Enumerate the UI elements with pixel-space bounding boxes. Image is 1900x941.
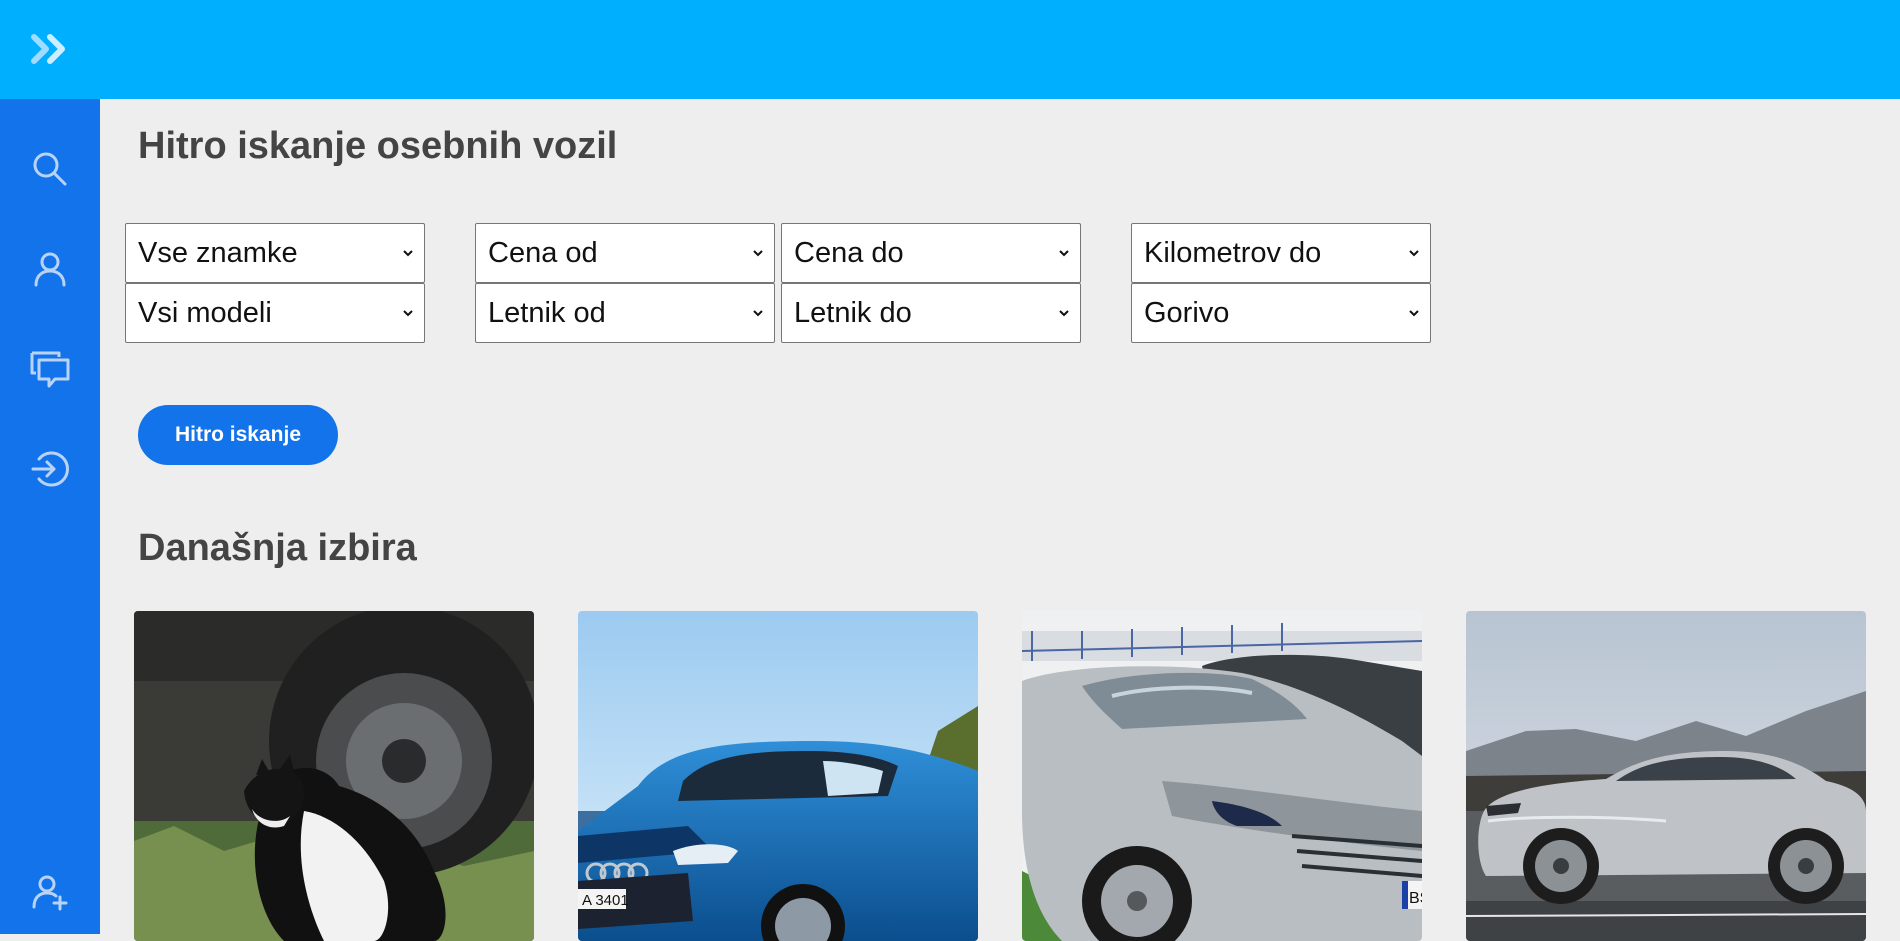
sidebar-item-profile[interactable] bbox=[25, 244, 75, 294]
featured-card[interactable]: A 3401 bbox=[578, 611, 978, 941]
sidebar-item-register[interactable] bbox=[25, 867, 75, 917]
page-title: Hitro iskanje osebnih vozil bbox=[138, 125, 618, 167]
year-to-select[interactable]: Letnik do bbox=[781, 283, 1081, 343]
model-select-value: Vsi modeli bbox=[138, 296, 272, 329]
chevron-down-icon bbox=[1059, 310, 1069, 317]
fuel-select[interactable]: Gorivo bbox=[1131, 283, 1431, 343]
year-from-select[interactable]: Letnik od bbox=[475, 283, 775, 343]
car-photo bbox=[1466, 611, 1866, 941]
car-photo bbox=[134, 611, 534, 941]
chevron-down-icon bbox=[1409, 310, 1419, 317]
km-to-select[interactable]: Kilometrov do bbox=[1131, 223, 1431, 283]
featured-card[interactable] bbox=[1466, 611, 1866, 941]
double-chevron-right-icon bbox=[31, 34, 65, 64]
featured-card[interactable]: BS bbox=[1022, 611, 1422, 941]
year-from-select-value: Letnik od bbox=[488, 296, 606, 329]
menu-toggle-button[interactable] bbox=[26, 28, 74, 70]
fuel-select-value: Gorivo bbox=[1144, 296, 1230, 329]
chevron-down-icon bbox=[403, 310, 413, 317]
km-to-select-value: Kilometrov do bbox=[1144, 236, 1322, 269]
sidebar-item-login[interactable] bbox=[25, 444, 75, 494]
model-select[interactable]: Vsi modeli bbox=[125, 283, 425, 343]
search-icon bbox=[33, 152, 67, 186]
price-to-select-value: Cena do bbox=[794, 236, 904, 269]
brand-select-value: Vse znamke bbox=[138, 236, 298, 269]
main-content: Hitro iskanje osebnih vozil Vse znamke C… bbox=[100, 99, 1900, 941]
chevron-down-icon bbox=[753, 310, 763, 317]
chevron-down-icon bbox=[1409, 250, 1419, 257]
chevron-down-icon bbox=[403, 250, 413, 257]
price-to-select[interactable]: Cena do bbox=[781, 223, 1081, 283]
car-photo: BS bbox=[1022, 611, 1422, 941]
chevron-down-icon bbox=[1059, 250, 1069, 257]
plate-text: A 3401 bbox=[582, 892, 629, 909]
user-add-icon bbox=[32, 875, 68, 911]
section-title: Današnja izbira bbox=[138, 527, 417, 569]
messages-icon bbox=[30, 351, 70, 388]
top-bar bbox=[0, 0, 1900, 99]
car-photo: A 3401 bbox=[578, 611, 978, 941]
login-icon bbox=[31, 451, 69, 487]
sidebar-item-search[interactable] bbox=[25, 144, 75, 194]
user-icon bbox=[34, 252, 66, 287]
price-from-select-value: Cena od bbox=[488, 236, 598, 269]
brand-select[interactable]: Vse znamke bbox=[125, 223, 425, 283]
sidebar-item-messages[interactable] bbox=[25, 344, 75, 394]
sidebar bbox=[0, 99, 100, 934]
plate-text: BS bbox=[1409, 890, 1422, 907]
chevron-down-icon bbox=[753, 250, 763, 257]
quick-search-button[interactable]: Hitro iskanje bbox=[138, 405, 338, 465]
price-from-select[interactable]: Cena od bbox=[475, 223, 775, 283]
year-to-select-value: Letnik do bbox=[794, 296, 912, 329]
featured-card[interactable] bbox=[134, 611, 534, 941]
